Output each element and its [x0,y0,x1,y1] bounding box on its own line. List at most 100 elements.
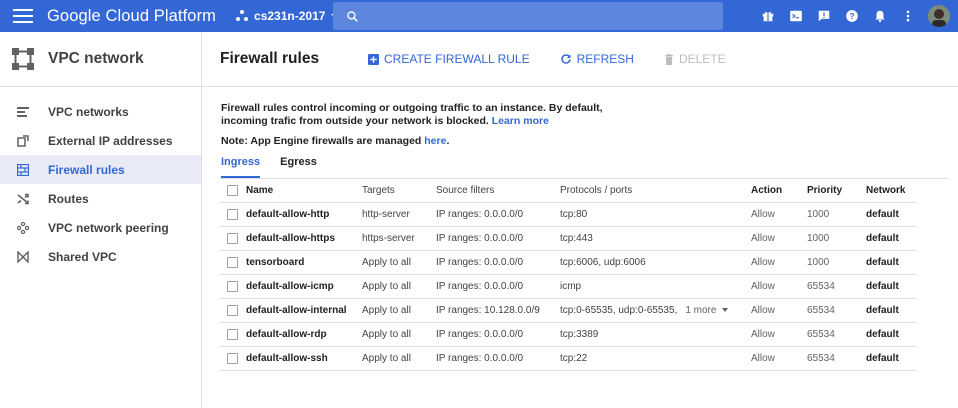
rule-priority: 65534 [807,322,866,347]
rule-name[interactable]: default-allow-ssh [246,346,362,371]
notifications-icon[interactable] [872,8,888,24]
top-bar: Google Cloud Platform cs231n-2017 ? [0,0,958,32]
refresh-label: REFRESH [576,52,634,66]
rule-name[interactable]: tensorboard [246,250,362,275]
column-header-action[interactable]: Action [751,179,807,203]
row-checkbox[interactable] [227,280,238,292]
table-row[interactable]: default-allow-ssh Apply to all IP ranges: … [220,346,916,371]
sidebar-item-vpc-peering[interactable]: VPC network peering [0,213,201,242]
rule-name[interactable]: default-allow-http [246,202,362,227]
description-line-2: incoming trafic from outside your networ… [221,115,489,127]
table-header-row: Name Targets Source filters Protocols / … [220,179,916,203]
rule-source-filters: IP ranges: 0.0.0.0/0 [436,202,560,227]
rule-protocols: tcp:3389 [560,322,751,347]
sidebar-item-routes[interactable]: Routes [0,184,201,213]
column-header-network[interactable]: Network [866,179,916,203]
search-bar[interactable] [333,2,723,30]
avatar[interactable] [928,5,950,27]
tab-ingress[interactable]: Ingress [221,156,261,178]
sidebar-item-firewall-rules[interactable]: Firewall rules [0,155,201,184]
rule-protocols: tcp:80 [560,202,751,227]
row-checkbox[interactable] [227,352,238,364]
protocols-text: tcp:443 [560,232,593,244]
refresh-button[interactable]: REFRESH [560,52,634,66]
create-firewall-rule-button[interactable]: CREATE FIREWALL RULE [368,52,530,66]
table-row[interactable]: default-allow-rdp Apply to all IP ranges: … [220,322,916,347]
feedback-icon[interactable] [816,8,832,24]
learn-more-link[interactable]: Learn more [492,115,549,127]
rule-source-filters: IP ranges: 0.0.0.0/0 [436,274,560,299]
note-suffix: . [446,135,450,147]
app-engine-note: Note: App Engine firewalls are managed h… [221,135,449,147]
chevron-down-icon [722,307,729,312]
rule-name[interactable]: default-allow-icmp [246,274,362,299]
search-input[interactable] [367,8,707,24]
svg-text:?: ? [850,12,855,21]
rule-name[interactable]: default-allow-rdp [246,322,362,347]
rule-source-filters: IP ranges: 0.0.0.0/0 [436,226,560,251]
column-header-protocols[interactable]: Protocols / ports [560,179,751,203]
cloud-shell-icon[interactable] [788,8,804,24]
delete-button[interactable]: DELETE [664,52,726,66]
column-header-priority[interactable]: Priority [807,179,866,203]
gift-icon[interactable] [760,8,776,24]
firewall-icon [17,163,29,176]
trash-icon [664,53,674,65]
help-icon[interactable]: ? [844,8,860,24]
rule-action: Allow [751,322,807,347]
sidebar-item-label: VPC networks [48,104,129,119]
rule-targets: Apply to all [362,274,436,299]
row-checkbox[interactable] [227,328,238,340]
table-row[interactable]: default-allow-http http-server IP ranges: … [220,202,916,227]
table-row[interactable]: default-allow-icmp Apply to all IP ranges:… [220,274,916,299]
rule-name[interactable]: default-allow-internal [246,298,362,323]
rule-network[interactable]: default [866,346,916,371]
row-checkbox[interactable] [227,256,238,268]
table-row[interactable]: tensorboard Apply to all IP ranges: 0.0.0.… [220,250,916,275]
project-selector[interactable]: cs231n-2017 [236,9,340,23]
project-name: cs231n-2017 [254,9,326,23]
rule-action: Allow [751,298,807,323]
column-header-name[interactable]: Name [246,179,362,203]
rule-action: Allow [751,346,807,371]
rule-protocols: tcp:443 [560,226,751,251]
rule-protocols: tcp:0-65535, udp:0-65535, 1 more [560,298,751,323]
sidebar-header: VPC network [0,32,201,87]
more-protocols-toggle[interactable]: 1 more [685,304,729,316]
sidebar-title: VPC network [48,50,144,67]
more-vert-icon[interactable] [900,8,916,24]
rule-network[interactable]: default [866,298,916,323]
tab-egress[interactable]: Egress [280,156,317,178]
row-checkbox[interactable] [227,232,238,244]
column-header-targets[interactable]: Targets [362,179,436,203]
rule-name[interactable]: default-allow-https [246,226,362,251]
rule-network[interactable]: default [866,250,916,275]
menu-icon[interactable] [13,9,33,23]
firewall-rules-table: Name Targets Source filters Protocols / … [220,179,916,371]
rule-network[interactable]: default [866,226,916,251]
rule-protocols: tcp:22 [560,346,751,371]
sidebar-item-external-ip[interactable]: External IP addresses [0,126,201,155]
rule-network[interactable]: default [866,274,916,299]
select-all-checkbox[interactable] [227,184,238,196]
description-line-1: Firewall rules control incoming or outgo… [221,102,603,114]
row-checkbox[interactable] [227,304,238,316]
rule-source-filters: IP ranges: 0.0.0.0/0 [436,322,560,347]
rule-network[interactable]: default [866,202,916,227]
rule-network[interactable]: default [866,322,916,347]
row-checkbox[interactable] [227,208,238,220]
table-row[interactable]: default-allow-internal Apply to all IP ran… [220,298,916,323]
note-here-link[interactable]: here [424,135,446,147]
table-row[interactable]: default-allow-https https-server IP ranges… [220,226,916,251]
sidebar-item-shared-vpc[interactable]: Shared VPC [0,242,201,271]
sidebar-item-vpc-networks[interactable]: VPC networks [0,97,201,126]
more-label: 1 more [685,304,717,316]
brand-title[interactable]: Google Cloud Platform [47,7,216,26]
rule-source-filters: IP ranges: 10.128.0.0/9 [436,298,560,323]
column-header-source-filters[interactable]: Source filters [436,179,560,203]
vpc-network-icon [12,48,34,70]
rule-protocols: tcp:6006, udp:6006 [560,250,751,275]
rule-priority: 65534 [807,274,866,299]
sidebar-item-label: VPC network peering [48,220,169,235]
rule-action: Allow [751,226,807,251]
